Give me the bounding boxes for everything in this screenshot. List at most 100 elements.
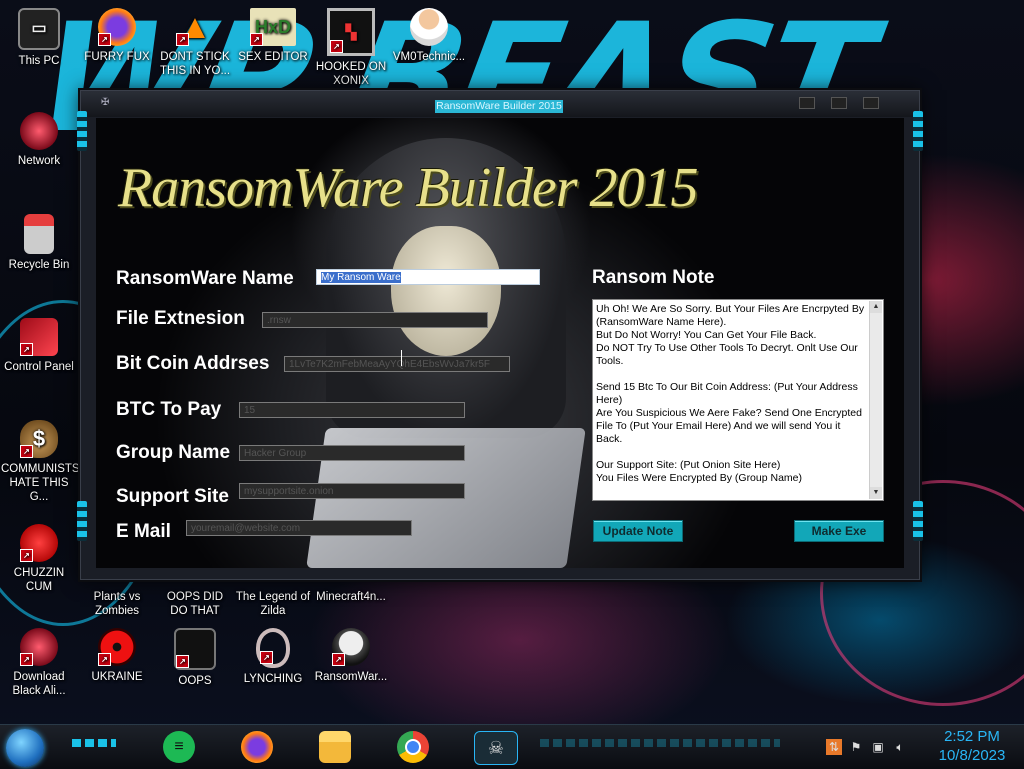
email-value: youremail@website.com (191, 523, 301, 534)
desktop-icon-label: Plants vs Zombies (93, 591, 141, 617)
desktop-icon-ransomware[interactable]: ↗ RansomWar... (313, 628, 389, 684)
ransomware-name-input[interactable]: My Ransom Ware (316, 269, 540, 285)
support-site-value: mysupportsite.onion (244, 486, 334, 497)
maximize-button[interactable] (831, 97, 847, 109)
tray-app-icon[interactable]: ⇅ (826, 739, 842, 755)
desktop-icon-communists[interactable]: $ ↗ COMMUNISTS HATE THIS G... (1, 420, 80, 504)
ransom-note-title: Ransom Note (592, 267, 715, 288)
volume-icon[interactable]: 🔈︎ (892, 739, 908, 755)
ransomware-builder-window: ✠ RansomWare Builder 2015 RansomWare Bui… (77, 90, 923, 580)
desktop-icon-control-panel[interactable]: ↗ Control Panel (1, 318, 77, 374)
desktop-icon-recycle-bin[interactable]: Recycle Bin (1, 214, 77, 272)
bitcoin-address-input[interactable]: 1LvTe7K2mFebMeaAyYQhE4EbsWvJa7kr5F (284, 356, 510, 372)
group-name-input[interactable]: Hacker Group (239, 445, 465, 461)
network-status-icon[interactable]: ▣ (870, 739, 886, 755)
desktop-icon-oops[interactable]: ↗ OOPS (157, 628, 233, 688)
window-titlebar[interactable]: ✠ RansomWare Builder 2015 (81, 91, 919, 117)
app-heading: RansomWare Builder 2015 (118, 157, 698, 219)
vlc-cone-icon: ▲ ↗ (176, 8, 214, 46)
update-note-button[interactable]: Update Note (593, 520, 683, 542)
clock-time: 2:52 PM (944, 728, 1000, 745)
window-side-decoration (77, 501, 87, 541)
clock-date: 10/8/2023 (938, 747, 1006, 764)
desktop-icon-label: CHUZZIN CUM (13, 567, 65, 593)
desktop-icon-label: COMMUNISTS HATE THIS G... (1, 463, 80, 503)
file-explorer-icon[interactable] (319, 731, 351, 763)
network-icon (20, 112, 58, 150)
desktop-icon-label: Minecraft4n... (316, 591, 386, 603)
scroll-up-icon[interactable]: ▲ (870, 301, 882, 313)
desktop-icon-xonix[interactable]: ▚ ↗ HOOKED ON XONIX (313, 8, 389, 88)
file-extension-value: .rnsw (267, 315, 291, 326)
oops-screen-icon: ↗ (174, 628, 216, 670)
support-site-input[interactable]: mysupportsite.onion (239, 483, 465, 499)
desktop-icon-label: Network (17, 155, 61, 167)
group-name-label: Group Name (116, 442, 231, 463)
firefox-icon[interactable] (241, 731, 273, 763)
desktop-icon-label: OOPS DID DO THAT (166, 591, 224, 617)
ransom-note-text: Uh Oh! We Are So Sorry. But Your Files A… (596, 303, 865, 484)
btc-to-pay-value: 15 (244, 405, 256, 416)
desktop-icon-label: LYNCHING (243, 673, 303, 685)
desktop-icon-furry-fux[interactable]: ↗ FURRY FUX (79, 8, 155, 64)
tray-flag-icon[interactable]: ⚑ (848, 739, 864, 755)
desktop-icon-lynching[interactable]: ↗ LYNCHING (235, 628, 311, 686)
btc-to-pay-input[interactable]: 15 (239, 402, 465, 418)
desktop-icon-vm0technic[interactable]: VM0Technic... (391, 8, 467, 64)
xonix-game-icon: ▚ ↗ (327, 8, 375, 56)
close-button[interactable] (863, 97, 879, 109)
desktop-icon-network[interactable]: Network (1, 112, 77, 168)
desktop-icon-dont-stick[interactable]: ▲ ↗ DONT STICK THIS IN YO... (157, 8, 233, 78)
desktop-icon-label: Recycle Bin (8, 259, 70, 271)
scroll-down-icon[interactable]: ▼ (870, 487, 882, 499)
skull-icon: ↗ (332, 628, 370, 666)
radiation-icon: ↗ (98, 628, 136, 666)
ransomware-name-value: My Ransom Ware (321, 272, 401, 283)
system-menu-icon[interactable]: ✠ (101, 98, 115, 108)
control-panel-icon: ↗ (20, 318, 58, 356)
chuzzle-icon: ↗ (20, 524, 58, 562)
desktop-icon-label: Download Black Ali... (12, 671, 66, 697)
file-extension-label: File Extnesion (116, 308, 245, 329)
support-site-label: Support Site (116, 486, 229, 507)
desktop-icon-label: HOOKED ON XONIX (315, 61, 387, 87)
doctor-icon (410, 8, 448, 46)
chrome-icon[interactable] (397, 731, 429, 763)
taskbar-decoration (72, 739, 116, 747)
ransom-note-scrollbar[interactable]: ▲ ▼ (869, 301, 882, 499)
email-label: E Mail (116, 521, 171, 542)
bitcoin-address-label: Bit Coin Addrses (116, 353, 270, 374)
bitcoin-address-value: 1LvTe7K2mFebMeaAyYQhE4EbsWvJa7kr5F (289, 359, 491, 370)
window-side-decoration (913, 501, 923, 541)
desktop-icon-label: DONT STICK THIS IN YO... (159, 51, 231, 77)
computer-icon: ▭ (18, 8, 60, 50)
desktop-icon-download-black[interactable]: ↗ Download Black Ali... (1, 628, 77, 698)
recycle-bin-icon (24, 214, 54, 254)
window-side-decoration (77, 111, 87, 151)
system-tray: ⇅ ⚑ ▣ 🔈︎ (826, 735, 908, 759)
desktop-icon-label: OOPS (178, 675, 212, 687)
email-input[interactable]: youremail@website.com (186, 520, 412, 536)
desktop-icon-label: Control Panel (4, 361, 74, 373)
download-icon: ↗ (20, 628, 58, 666)
taskbar-decoration (540, 739, 780, 747)
start-orb-icon[interactable] (6, 729, 44, 767)
skull-icon[interactable]: ☠ (474, 731, 518, 765)
window-client-area: RansomWare Builder 2015 RansomWare Name … (96, 118, 904, 568)
desktop-icon-ukraine[interactable]: ↗ UKRAINE (79, 628, 155, 684)
taskbar-clock[interactable]: 2:52 PM 10/8/2023 (924, 727, 1020, 765)
file-extension-input[interactable]: .rnsw (262, 312, 488, 328)
desktop-icon-chuzzin[interactable]: ↗ CHUZZIN CUM (1, 524, 77, 594)
window-side-decoration (913, 111, 923, 151)
spotify-icon[interactable]: ≡ (163, 731, 195, 763)
desktop-icon-this-pc[interactable]: ▭ This PC (1, 8, 77, 68)
make-exe-button[interactable]: Make Exe (794, 520, 884, 542)
text-cursor-icon (401, 350, 404, 366)
desktop-icon-label: This PC (18, 55, 60, 67)
desktop-icon-sex-editor[interactable]: HxD ↗ SEX EDITOR (235, 8, 311, 64)
ransom-note-textarea[interactable]: Uh Oh! We Are So Sorry. But Your Files A… (592, 299, 884, 501)
firefox-icon: ↗ (98, 8, 136, 46)
noose-icon: ↗ (256, 628, 290, 668)
minimize-button[interactable] (799, 97, 815, 109)
group-name-value: Hacker Group (244, 448, 307, 459)
